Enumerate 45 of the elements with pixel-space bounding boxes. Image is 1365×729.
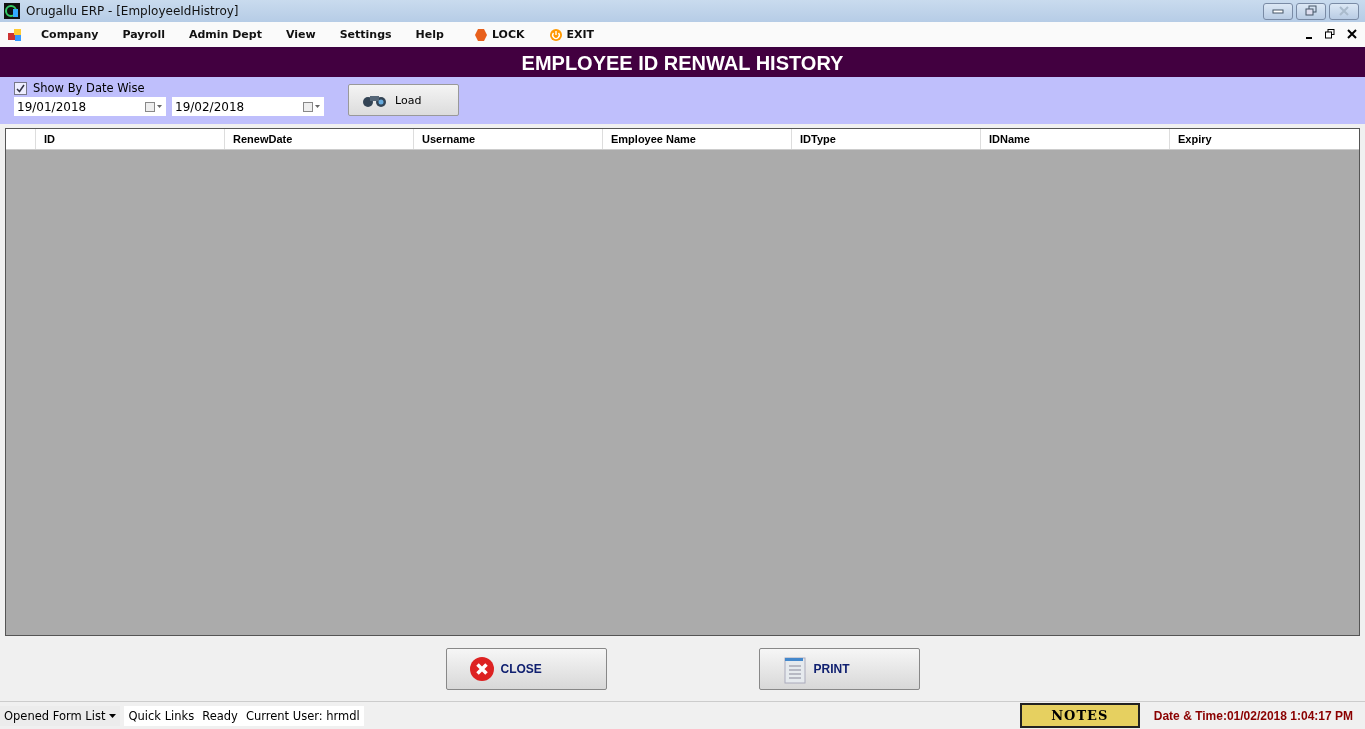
checkbox-box[interactable] <box>14 81 27 95</box>
close-button[interactable]: CLOSE <box>445 648 607 690</box>
menu-item[interactable]: Admin Dept <box>179 28 271 41</box>
close-icon <box>468 656 495 682</box>
column-header[interactable]: ID <box>36 129 225 149</box>
restore-icon <box>1305 5 1317 17</box>
menu-item[interactable]: Help <box>406 28 453 41</box>
window-title: Orugallu ERP - [EmployeeIdHistroy] <box>26 4 239 18</box>
quick-links-button[interactable]: Quick Links <box>124 705 199 726</box>
calendar-dropdown-icon <box>145 101 163 112</box>
restore-button[interactable] <box>1323 27 1337 42</box>
date-time-text: Date & Time:01/02/2018 1:04:17 PM <box>1153 708 1354 723</box>
close-icon <box>1347 29 1357 39</box>
opened-form-list-dropdown[interactable]: Opened Form List <box>0 705 121 726</box>
window-menu-icon[interactable] <box>8 27 22 42</box>
column-header[interactable]: IDType <box>792 129 981 149</box>
exit-button[interactable]: EXIT <box>539 27 604 42</box>
from-date-picker[interactable]: 19/01/2018 <box>14 97 166 116</box>
document-icon <box>781 654 808 684</box>
column-header[interactable]: RenewDate <box>225 129 414 149</box>
column-header[interactable]: IDName <box>981 129 1170 149</box>
lock-button[interactable]: LOCK <box>464 27 534 42</box>
column-header[interactable]: Username <box>414 129 603 149</box>
to-date-picker[interactable]: 19/02/2018 <box>172 97 324 116</box>
restore-icon <box>1325 29 1335 39</box>
power-icon <box>548 27 563 42</box>
notes-button[interactable]: NOTES <box>1019 703 1140 728</box>
form-header: EMPLOYEE ID RENWAL HISTORY <box>0 49 1365 77</box>
menu-item[interactable]: View <box>276 28 325 41</box>
column-header[interactable]: Expiry <box>1170 129 1359 149</box>
menu-item[interactable]: Payroll <box>113 28 174 41</box>
show-by-date-checkbox[interactable]: Show By Date Wise <box>14 81 324 95</box>
caret-icon <box>109 713 117 718</box>
menu-item[interactable]: Settings <box>330 28 401 41</box>
status-text: Ready <box>198 705 242 726</box>
close-icon <box>1338 6 1350 16</box>
calendar-dropdown-icon <box>303 101 321 112</box>
hexagon-icon <box>473 27 488 42</box>
app-logo-icon <box>4 3 20 19</box>
menu-item[interactable]: Company <box>32 28 108 41</box>
load-button[interactable]: Load <box>348 84 459 116</box>
print-button[interactable]: PRINT <box>758 648 920 690</box>
column-header[interactable]: Employee Name <box>603 129 792 149</box>
minimize-icon <box>1272 8 1284 14</box>
current-user-text: Current User: hrmdl <box>241 705 364 726</box>
